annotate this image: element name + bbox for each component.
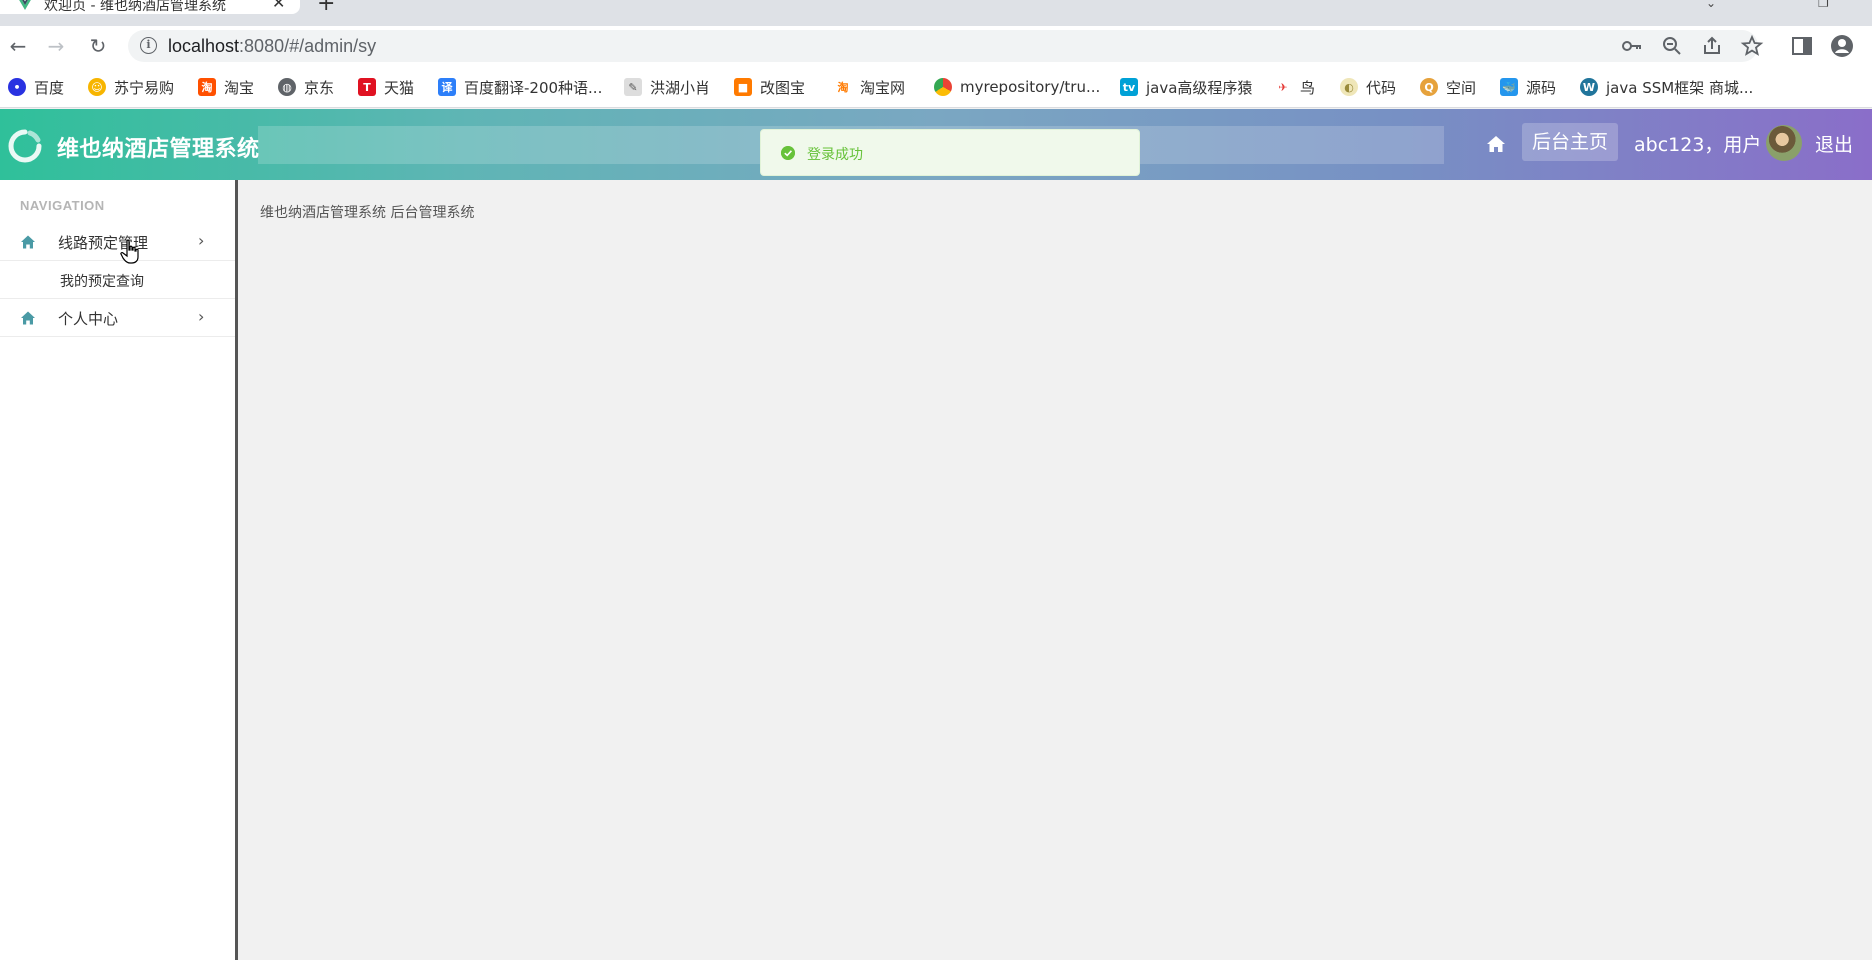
- user-greeting: abc123，用户: [1634, 134, 1762, 156]
- app-title: 维也纳酒店管理系统: [57, 137, 260, 162]
- bookmark-item[interactable]: 🐳 源码: [1500, 76, 1556, 98]
- suning-icon: ☺: [88, 78, 106, 96]
- vue-logo-icon: [19, 0, 31, 10]
- share-icon[interactable]: [1700, 34, 1724, 58]
- gaitubao-icon: ■: [734, 78, 752, 96]
- browser-toolbar: ← → ↻ i localhost:8080/#/admin/sy: [0, 26, 1872, 66]
- sidebar-subitem-label: 我的预定查询: [60, 274, 144, 290]
- bookmark-item[interactable]: ✎ 洪湖小肖: [624, 76, 710, 98]
- reload-icon[interactable]: ↻: [86, 34, 110, 58]
- bookmark-item[interactable]: 译百度翻译-200种语...: [438, 76, 602, 98]
- home-icon: [21, 311, 35, 325]
- docker-icon: 🐳: [1500, 78, 1518, 96]
- chevron-right-icon: ›: [198, 307, 205, 326]
- sidebar-item-route-booking[interactable]: 线路预定管理 ›: [0, 223, 235, 261]
- side-panel-icon[interactable]: [1790, 34, 1814, 58]
- tmall-icon: T: [358, 78, 376, 96]
- success-toast: 登录成功: [760, 129, 1140, 176]
- taobao-icon: 淘: [834, 78, 852, 96]
- bookmark-item[interactable]: ☺ 苏宁易购: [88, 76, 174, 98]
- bookmark-item[interactable]: 淘淘宝: [198, 76, 254, 98]
- browser-tab-strip: 欢迎页 - 维也纳酒店管理系统 ✕ + ⌄ ❐: [0, 0, 1872, 26]
- hand-cursor-icon: [120, 239, 139, 264]
- address-bar[interactable]: i localhost:8080/#/admin/sy: [128, 30, 1764, 62]
- sidebar-item-personal-center[interactable]: 个人中心 ›: [0, 299, 235, 337]
- bookmark-item[interactable]: 淘淘宝网: [834, 76, 905, 98]
- bookmark-item[interactable]: ✈ 鸟: [1274, 76, 1315, 98]
- bookmark-item[interactable]: myrepository/tru...: [934, 76, 1100, 98]
- bookmark-item[interactable]: tv java高级程序猿: [1120, 76, 1252, 98]
- bird-icon: ✈: [1274, 78, 1292, 96]
- taobao-icon: 淘: [198, 78, 216, 96]
- welcome-text: 维也纳酒店管理系统 后台管理系统: [260, 205, 475, 221]
- logo-icon: [8, 129, 42, 163]
- bookmark-item[interactable]: ■ 改图宝: [734, 76, 805, 98]
- home-icon[interactable]: [1486, 134, 1506, 154]
- tab-title: 欢迎页 - 维也纳酒店管理系统: [44, 0, 226, 14]
- sidebar-subitem-my-bookings[interactable]: 我的预定查询: [0, 261, 235, 299]
- bookmark-item[interactable]: Wjava SSM框架 商城...: [1580, 76, 1753, 98]
- profile-avatar-icon[interactable]: [1830, 34, 1854, 58]
- forward-arrow-icon[interactable]: →: [44, 34, 68, 58]
- close-icon[interactable]: ✕: [272, 0, 285, 12]
- chevron-down-icon[interactable]: ⌄: [1706, 0, 1716, 10]
- check-circle-icon: [781, 146, 795, 160]
- globe-icon: ◍: [278, 78, 296, 96]
- new-tab-plus-icon[interactable]: +: [317, 0, 335, 16]
- key-icon[interactable]: [1620, 34, 1644, 58]
- bookmarks-bar: • 百度 ☺ 苏宁易购 淘淘宝 ◍ 京东 T 天猫 译百度翻译-200种语... ✎ 洪湖…: [0, 66, 1872, 108]
- chrome-icon: [934, 78, 952, 96]
- wordpress-icon: W: [1580, 78, 1598, 96]
- bookmark-item[interactable]: ◍ 京东: [278, 76, 334, 98]
- qzone-icon: Q: [1420, 78, 1438, 96]
- code-icon: ◐: [1340, 78, 1358, 96]
- admin-home-button[interactable]: 后台主页: [1522, 123, 1618, 161]
- bookmark-item[interactable]: ◐ 代码: [1340, 76, 1396, 98]
- back-arrow-icon[interactable]: ←: [6, 34, 30, 58]
- bookmark-item[interactable]: Q 空间: [1420, 76, 1476, 98]
- sidebar: NAVIGATION 线路预定管理 › 我的预定查询 个人中心 ›: [0, 180, 238, 960]
- browser-tab-active[interactable]: 欢迎页 - 维也纳酒店管理系统 ✕: [0, 0, 300, 14]
- restore-window-icon[interactable]: ❐: [1818, 0, 1829, 10]
- address-url[interactable]: localhost:8080/#/admin/sy: [168, 36, 376, 57]
- site-info-icon[interactable]: i: [140, 37, 157, 54]
- baidu-icon: •: [8, 78, 26, 96]
- chevron-right-icon: ›: [198, 231, 205, 250]
- sidebar-heading: NAVIGATION: [20, 198, 105, 213]
- bird-icon: ✎: [624, 78, 642, 96]
- bookmark-item[interactable]: T 天猫: [358, 76, 414, 98]
- zoom-out-icon[interactable]: [1660, 34, 1684, 58]
- bilibili-icon: tv: [1120, 78, 1138, 96]
- sidebar-item-label: 个人中心: [58, 310, 119, 328]
- bookmark-star-icon[interactable]: [1740, 34, 1764, 58]
- logout-button[interactable]: 退出: [1815, 130, 1853, 157]
- translate-icon: 译: [438, 78, 456, 96]
- bookmark-item[interactable]: • 百度: [8, 76, 64, 98]
- home-icon: [21, 235, 35, 249]
- toast-message: 登录成功: [807, 147, 863, 163]
- avatar[interactable]: [1766, 125, 1802, 161]
